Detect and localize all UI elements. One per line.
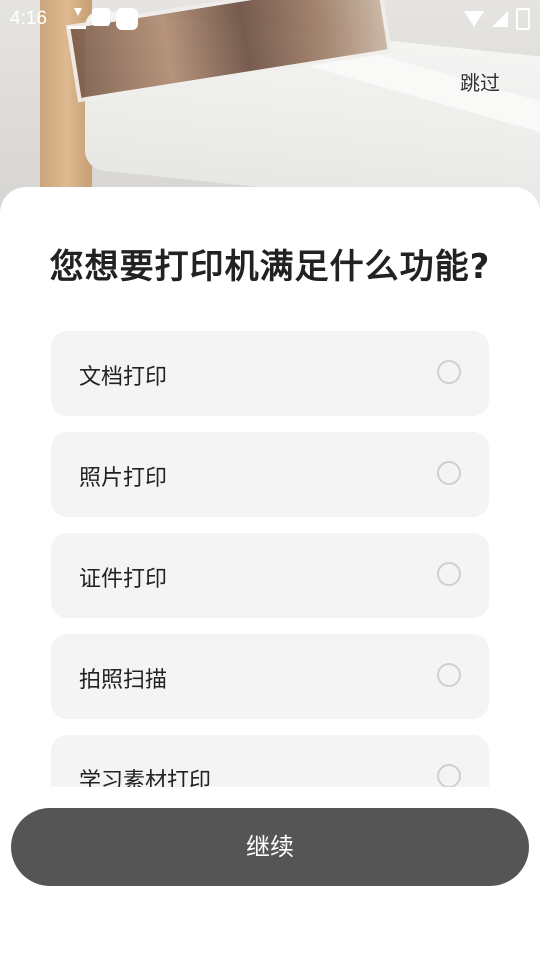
- radio-button[interactable]: [437, 764, 461, 787]
- skip-button[interactable]: 跳过: [460, 67, 500, 96]
- wifi-icon: [464, 11, 484, 27]
- status-bar: 4:16: [0, 0, 540, 38]
- page-title: 您想要打印机满足什么功能?: [49, 247, 491, 287]
- option-photo-print[interactable]: 照片打印: [51, 432, 489, 517]
- image-icon: [92, 8, 110, 26]
- option-id-print[interactable]: 证件打印: [51, 533, 489, 618]
- radio-button[interactable]: [437, 562, 461, 586]
- signal-icon: [492, 11, 508, 27]
- option-study-material-print[interactable]: 学习素材打印: [51, 735, 489, 787]
- download-icon: [68, 8, 86, 29]
- option-label: 文档打印: [79, 365, 168, 390]
- option-label: 照片打印: [79, 466, 168, 491]
- battery-icon: [516, 8, 530, 30]
- status-time: 4:16: [10, 8, 47, 29]
- option-document-print[interactable]: 文档打印: [51, 331, 489, 416]
- option-label: 拍照扫描: [79, 668, 168, 693]
- radio-button[interactable]: [437, 663, 461, 687]
- option-label: 学习素材打印: [79, 769, 212, 787]
- screen: 4:16 跳过 您想要打印机满足什么功能? 文档打印 照片打印 证件打印 拍照扫…: [0, 0, 540, 960]
- continue-button[interactable]: 继续: [11, 808, 529, 886]
- options-list[interactable]: 文档打印 照片打印 证件打印 拍照扫描 学习素材打印: [51, 331, 489, 787]
- radio-button[interactable]: [437, 360, 461, 384]
- option-photo-scan[interactable]: 拍照扫描: [51, 634, 489, 719]
- status-icons-right: [464, 8, 530, 30]
- status-icons-left: [68, 8, 138, 30]
- notification-dot-icon: [116, 8, 138, 30]
- option-label: 证件打印: [79, 567, 168, 592]
- radio-button[interactable]: [437, 461, 461, 485]
